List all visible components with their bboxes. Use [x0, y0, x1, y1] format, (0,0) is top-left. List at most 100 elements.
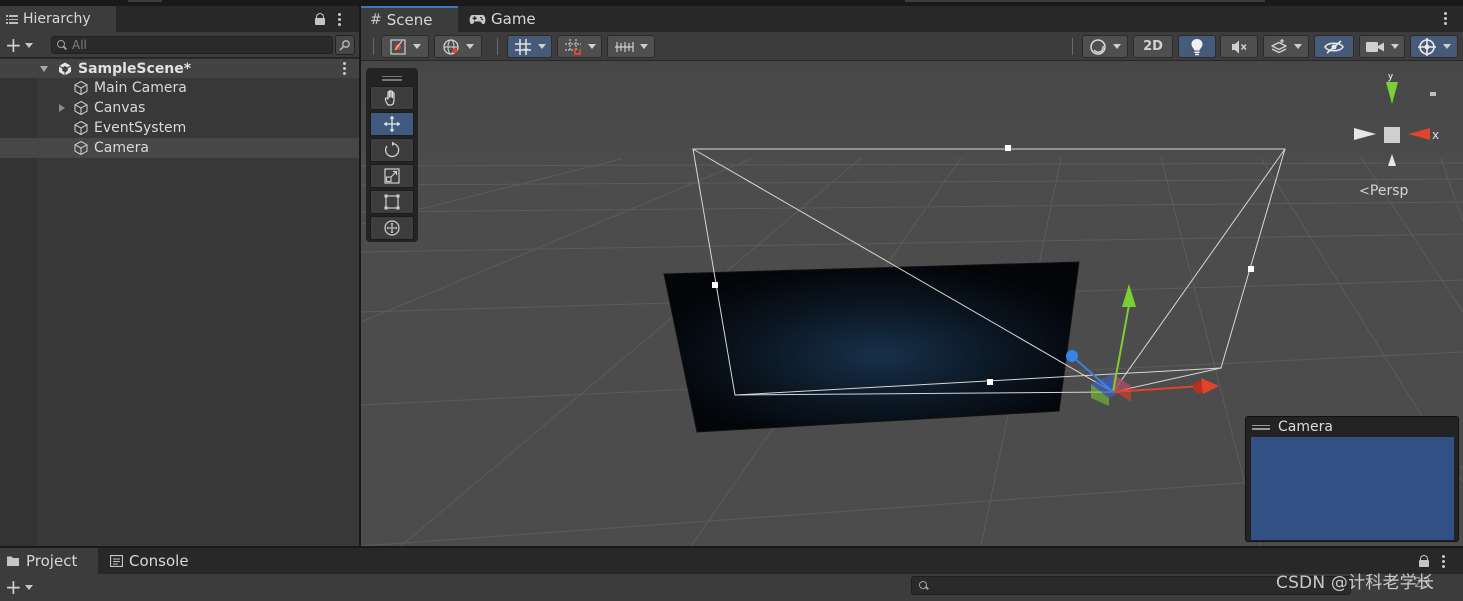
hierarchy-item-label: EventSystem [94, 120, 187, 136]
orientation-gizmo[interactable]: y x [1346, 68, 1446, 194]
rotate-tool-button[interactable] [370, 138, 414, 162]
tools-grip[interactable] [370, 72, 414, 84]
tab-project-label: Project [26, 552, 78, 570]
hierarchy-item-label: Canvas [94, 100, 146, 116]
hierarchy-item-eventsystem[interactable]: EventSystem [0, 118, 359, 138]
hierarchy-toolbar: + [0, 32, 359, 58]
scene-visibility-toggle[interactable] [1314, 35, 1354, 58]
hierarchy-item-canvas[interactable]: Canvas [0, 98, 359, 118]
hand-icon [384, 90, 395, 106]
hierarchy-tab-actions [315, 6, 341, 32]
lock-icon[interactable] [1419, 555, 1429, 567]
hierarchy-item-main-camera[interactable]: Main Camera [0, 78, 359, 98]
draw-mode-dropdown[interactable] [1082, 35, 1128, 58]
canvas-plane[interactable] [663, 261, 1080, 433]
unity-scene-icon [58, 62, 72, 76]
ruler-icon [615, 41, 634, 52]
scale-tool-button[interactable] [370, 164, 414, 188]
scene-name: SampleScene* [78, 60, 192, 77]
scene-row[interactable]: SampleScene* [0, 58, 359, 78]
scene-camera-dropdown[interactable] [1359, 35, 1405, 58]
tab-scene[interactable]: # Scene [361, 6, 458, 32]
toolbar-separator [497, 38, 498, 55]
scene-viewport[interactable]: y x <Persp Camera [361, 62, 1463, 546]
fold-expanded-icon[interactable] [40, 66, 48, 72]
audio-toggle[interactable] [1220, 35, 1258, 58]
eye-hidden-icon [1324, 39, 1344, 54]
chevron-down-icon [1294, 44, 1302, 49]
increment-snapping-dropdown[interactable] [607, 35, 655, 58]
tab-hierarchy[interactable]: Hierarchy [0, 6, 116, 32]
rect-tool-button[interactable] [370, 190, 414, 214]
gizmo-neg-x-cone[interactable] [1354, 128, 1376, 140]
transform-tool-button[interactable] [370, 216, 414, 240]
search-icon [57, 40, 67, 50]
hierarchy-item-camera[interactable]: Camera [0, 138, 359, 158]
camera-preview[interactable]: Camera [1245, 416, 1459, 542]
gizmo-center-cube[interactable] [1384, 127, 1400, 143]
project-create-button[interactable]: + [5, 577, 33, 597]
tool-handle-position-dropdown[interactable] [381, 35, 429, 58]
gizmo-x-cone[interactable] [1408, 128, 1430, 140]
gizmo-y-label: y [1387, 74, 1394, 82]
effects-dropdown[interactable] [1263, 35, 1309, 58]
create-button[interactable]: + [5, 35, 37, 55]
kebab-menu-icon[interactable] [337, 12, 341, 26]
lock-icon[interactable] [315, 13, 325, 25]
scene-filter-button[interactable] [335, 35, 355, 55]
hierarchy-item-label: Main Camera [94, 80, 187, 96]
rect-transform-icon [384, 194, 400, 210]
scale-icon [384, 168, 400, 184]
snap-grid-icon [564, 38, 581, 55]
gizmo-x-label: x [1432, 128, 1439, 142]
gamepad-icon [469, 14, 486, 24]
gizmo-y-cone[interactable] [1386, 82, 1398, 104]
gizmo-neg-y-cone[interactable] [1388, 154, 1396, 166]
lighting-toggle[interactable] [1178, 35, 1216, 58]
gameobject-cube-icon [74, 140, 88, 156]
axis-gizmo-icon: y x [1354, 68, 1439, 166]
hierarchy-search[interactable] [51, 36, 333, 54]
hand-tool-button[interactable] [370, 86, 414, 110]
globe-icon [443, 38, 459, 55]
move-tool-button[interactable] [370, 112, 414, 136]
tab-console[interactable]: Console [99, 548, 209, 574]
grid-icon: Y [514, 38, 531, 56]
window-tab-stub [905, 0, 1265, 2]
camera-preview-header[interactable]: Camera [1246, 417, 1458, 437]
tools-overlay [366, 68, 418, 242]
grid-visibility-toggle[interactable]: Y [507, 35, 552, 58]
mode-2d-label: 2D [1143, 39, 1163, 54]
scene-kebab-menu-icon[interactable] [1443, 12, 1447, 25]
hierarchy-search-input[interactable] [72, 38, 312, 52]
grid-snapping-toggle[interactable] [557, 35, 602, 58]
plus-icon: + [5, 575, 22, 599]
chevron-down-icon [1443, 44, 1451, 49]
chevron-down-icon [24, 584, 33, 590]
chevron-down-icon [413, 44, 421, 49]
hierarchy-panel: Hierarchy + All SampleScene* Main Camera… [0, 6, 360, 546]
chevron-left-icon: < [1359, 184, 1370, 199]
tab-project[interactable]: Project [0, 548, 98, 574]
tool-handle-rotation-dropdown[interactable] [434, 35, 482, 58]
scene-kebab-icon[interactable] [342, 62, 346, 75]
plus-icon: + [5, 33, 22, 57]
grid-icon: # [370, 12, 382, 28]
move-arrows-icon [384, 116, 400, 132]
gizmo-icon [1418, 37, 1436, 56]
console-icon [110, 555, 123, 567]
projection-toggle[interactable]: <Persp [1359, 183, 1408, 199]
tab-game[interactable]: Game [460, 6, 550, 32]
mode-2d-toggle[interactable]: 2D [1133, 35, 1173, 58]
chevron-down-icon [24, 42, 33, 48]
projection-label: Persp [1369, 183, 1409, 199]
fold-collapsed-icon[interactable] [59, 104, 65, 112]
hierarchy-tree: SampleScene* Main Camera Canvas EventSys… [0, 58, 359, 546]
chevron-down-icon [466, 44, 474, 49]
hierarchy-tabbar: Hierarchy [0, 6, 359, 32]
gizmos-dropdown[interactable] [1410, 35, 1458, 58]
chevron-down-icon [1113, 44, 1121, 49]
gizmo-lock[interactable] [1430, 92, 1436, 96]
kebab-menu-icon[interactable] [1441, 554, 1445, 568]
z-axis-handle[interactable] [1066, 350, 1078, 362]
